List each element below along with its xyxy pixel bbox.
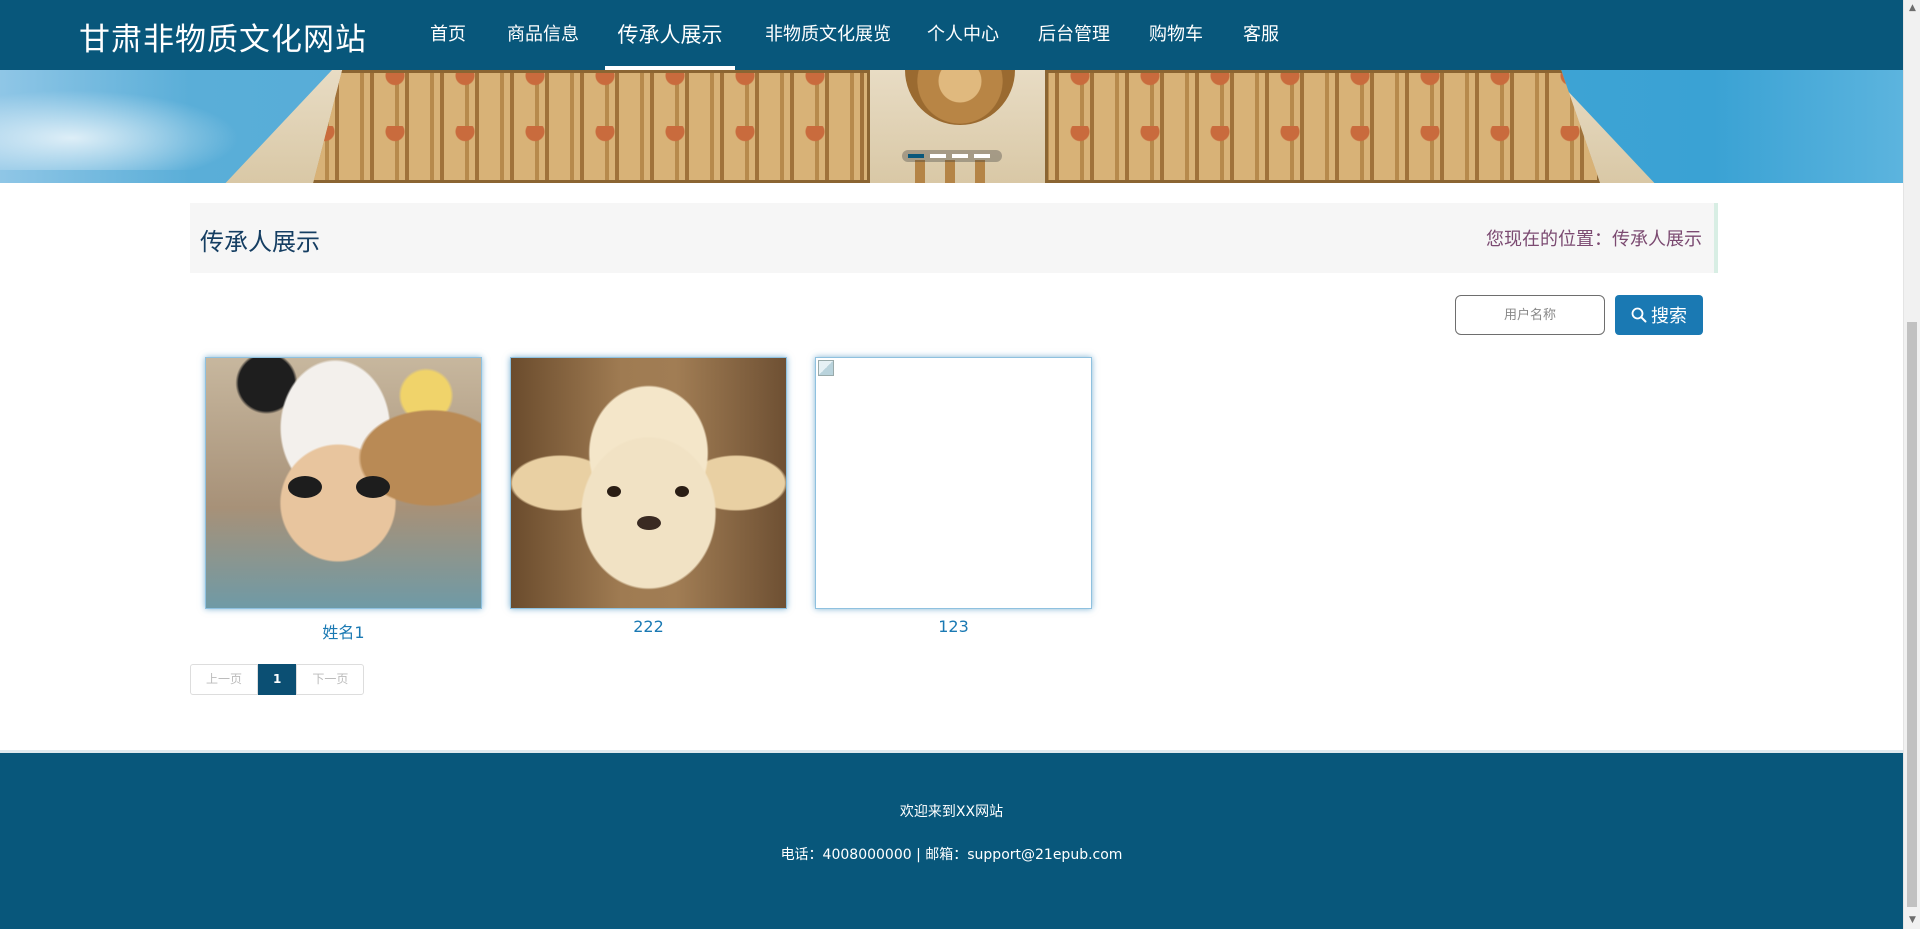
footer-contact: 电话：4008000000 | 邮箱：support@21epub.com: [780, 847, 1123, 863]
banner-cloud: [0, 90, 240, 170]
inheritor-name[interactable]: 123: [815, 617, 1092, 636]
search-button-label: 搜索: [1651, 306, 1687, 327]
pagination: 上一页 1 下一页: [190, 664, 365, 695]
site-title[interactable]: 甘肃非物质文化网站: [79, 14, 367, 59]
nav-item-personal-center[interactable]: 个人中心: [927, 0, 999, 70]
next-page-button[interactable]: 下一页: [296, 664, 365, 695]
page-number-current[interactable]: 1: [258, 664, 297, 695]
nav-item-admin[interactable]: 后台管理: [1038, 0, 1110, 70]
banner-carousel[interactable]: [0, 70, 1903, 183]
footer-welcome: 欢迎来到XX网站: [899, 804, 1004, 820]
carousel-indicators: [902, 150, 1002, 162]
puppy-eye-left: [607, 486, 621, 497]
search-button[interactable]: 搜索: [1615, 295, 1703, 335]
nav-item-exhibition[interactable]: 非物质文化展览: [765, 0, 891, 70]
page-scrollbar[interactable]: ▲ ▼: [1903, 0, 1920, 929]
breadcrumb-location: 您现在的位置：传承人展示: [1486, 225, 1702, 251]
banner-relief-left: [313, 70, 870, 183]
inheritor-card[interactable]: 姓名1: [205, 357, 482, 643]
prev-page-button[interactable]: 上一页: [190, 664, 259, 695]
banner-relief-right: [1045, 70, 1600, 183]
carousel-dot-4[interactable]: [974, 154, 990, 158]
inheritor-card[interactable]: 123: [815, 357, 1092, 636]
cat-eye-left: [288, 476, 322, 498]
carousel-dot-3[interactable]: [952, 154, 968, 158]
page: 甘肃非物质文化网站 首页 商品信息 传承人展示 非物质文化展览 个人中心 后台管…: [0, 0, 1903, 929]
nav-item-products[interactable]: 商品信息: [507, 0, 579, 70]
page-title: 传承人展示: [200, 228, 320, 256]
broken-image-icon: [818, 360, 834, 376]
search-input[interactable]: [1455, 295, 1605, 335]
puppy-eye-right: [675, 486, 689, 497]
nav-item-cart[interactable]: 购物车: [1149, 0, 1203, 70]
scroll-down-arrow-icon[interactable]: ▼: [1904, 912, 1920, 929]
puppy-nose: [637, 516, 661, 530]
cat-eye-right: [356, 476, 390, 498]
inheritor-name[interactable]: 姓名1: [205, 619, 482, 643]
inheritor-photo[interactable]: [815, 357, 1092, 609]
puppy-photo: [511, 358, 786, 608]
breadcrumb-prefix: 您现在的位置：: [1486, 229, 1612, 250]
inheritor-name[interactable]: 222: [510, 617, 787, 636]
inheritor-photo[interactable]: [510, 357, 787, 609]
scrollbar-thumb[interactable]: [1907, 322, 1917, 907]
cat-photo: [206, 358, 481, 608]
footer: 欢迎来到XX网站 电话：4008000000 | 邮箱：support@21ep…: [0, 753, 1903, 929]
inheritor-card[interactable]: 222: [510, 357, 787, 636]
nav-item-service[interactable]: 客服: [1243, 0, 1279, 70]
search-icon: [1631, 307, 1647, 323]
banner-columns: [915, 160, 1005, 183]
scroll-up-arrow-icon[interactable]: ▲: [1904, 0, 1920, 17]
nav-item-home[interactable]: 首页: [430, 0, 466, 70]
breadcrumb-current[interactable]: 传承人展示: [1612, 229, 1702, 250]
inheritor-photo[interactable]: [205, 357, 482, 609]
carousel-dot-1[interactable]: [908, 154, 924, 158]
breadcrumb: 传承人展示 您现在的位置：传承人展示: [190, 203, 1718, 273]
carousel-dot-2[interactable]: [930, 154, 946, 158]
top-navbar: 甘肃非物质文化网站 首页 商品信息 传承人展示 非物质文化展览 个人中心 后台管…: [0, 0, 1903, 70]
nav-item-inheritors[interactable]: 传承人展示: [605, 0, 735, 70]
